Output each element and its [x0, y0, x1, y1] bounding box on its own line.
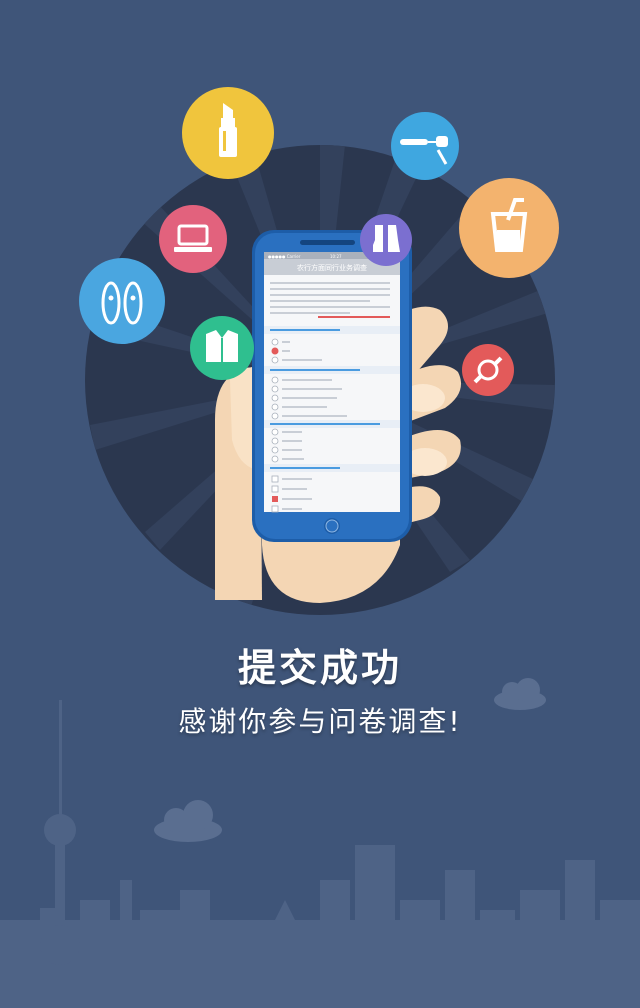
boots-icon	[360, 214, 412, 266]
cup-icon	[459, 178, 559, 278]
shoes-icon	[79, 258, 165, 344]
phone-status-carrier: ●●●●● Carrier	[268, 254, 301, 259]
success-illustration: ●●●●● Carrier 10:27 农行方面同行业务调查	[0, 87, 640, 1008]
success-message: 提交成功 感谢你参与问卷调查!	[0, 640, 640, 742]
phone-screen	[264, 252, 400, 512]
success-title: 提交成功	[237, 646, 402, 690]
phone: ●●●●● Carrier 10:27 农行方面同行业务调查	[252, 230, 412, 542]
lipstick-icon	[182, 87, 274, 179]
mascara-icon	[391, 112, 459, 180]
phone-status-time: 10:27	[330, 254, 342, 259]
watch-icon	[462, 344, 514, 396]
city-skyline	[0, 700, 640, 1008]
phone-screen-title: 农行方面同行业务调查	[297, 263, 367, 272]
thanks-subtitle: 感谢你参与问卷调查!	[178, 705, 462, 738]
jacket-icon	[190, 316, 254, 380]
laptop-icon	[159, 205, 227, 273]
